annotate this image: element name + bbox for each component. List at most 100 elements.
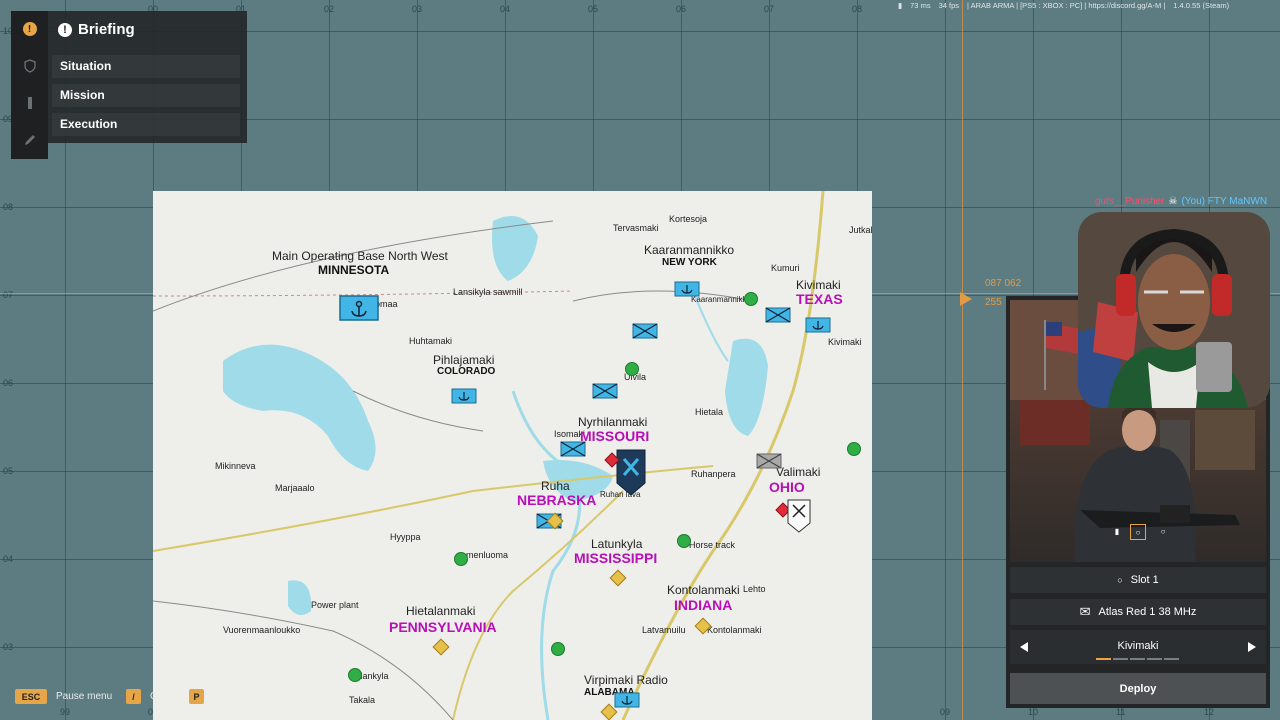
chat-sender: guts__Punisher [1095, 196, 1165, 207]
map-view[interactable]: Main Operating Base North West Lansikyla… [153, 191, 872, 720]
slash-key[interactable]: / [126, 689, 141, 704]
cursor-coordinates: 087 062 [985, 278, 1022, 289]
place-label: Kaaranmannikko [691, 295, 752, 304]
grid-label: 05 [3, 466, 14, 476]
place-label: Ruhanpera [691, 469, 736, 479]
server-name: | ARAB ARMA | [PS5 : XBOX : PC] | https:… [967, 1, 1166, 10]
pause-menu-label[interactable]: Pause menu [56, 691, 112, 702]
sector-label-missouri[interactable]: MISSOURI [580, 428, 649, 444]
p-key[interactable]: P [189, 689, 204, 704]
infantry-unit-icon[interactable] [560, 441, 586, 457]
esc-key[interactable]: ESC [15, 689, 47, 704]
supply-point-icon[interactable] [847, 442, 861, 456]
grid-label: 06 [676, 4, 687, 14]
place-label: Takala [349, 695, 376, 705]
briefing-item-execution[interactable]: Execution [52, 113, 240, 136]
base-anchor-icon[interactable] [614, 692, 640, 708]
place-label: Kivimaki [796, 278, 841, 292]
spawn-page-indicator [1113, 658, 1128, 660]
sector-label-nebraska[interactable]: NEBRASKA [517, 492, 596, 508]
deploy-button[interactable]: Deploy [1010, 673, 1266, 704]
place-label: Lansikyla sawmill [453, 287, 523, 297]
place-label: Hietalanmaki [406, 604, 476, 618]
infantry-unit-icon[interactable] [632, 323, 658, 339]
next-spawn-arrow-icon[interactable] [1248, 642, 1256, 652]
place-label: Hietala [695, 407, 724, 417]
cursor-elevation: 255 [985, 297, 1002, 308]
place-name-bold: NEW YORK [662, 257, 717, 268]
bar-icon[interactable] [11, 85, 48, 121]
briefing-side-strip: ! [11, 11, 48, 159]
grid-label: 03 [3, 642, 14, 652]
slot-label: Slot 1 [1130, 574, 1159, 586]
place-label: Horse track [689, 540, 736, 550]
place-label: Mikinneva [215, 461, 256, 471]
supply-point-icon[interactable] [744, 292, 758, 306]
loadout-indicator-icon[interactable]: ○ [1156, 524, 1170, 538]
place-label: Tervasmaki [613, 223, 659, 233]
streamer-webcam-illustration [1078, 212, 1270, 408]
grid-label: 03 [412, 4, 423, 14]
supply-point-icon[interactable] [677, 534, 691, 548]
place-label: Kontolanmaki [667, 583, 740, 597]
base-anchor-icon[interactable] [451, 388, 477, 404]
supply-point-icon[interactable] [348, 668, 362, 682]
sector-label-mississippi[interactable]: MISSISSIPPI [574, 550, 657, 566]
grid-label: 04 [3, 554, 14, 564]
briefing-title-text: Briefing [78, 21, 135, 38]
envelope-icon: ✉ [1079, 604, 1091, 619]
supply-point-icon[interactable] [551, 642, 565, 656]
grid-label: 08 [3, 202, 14, 212]
slot-row[interactable]: ○ Slot 1 [1010, 567, 1266, 593]
alert-icon[interactable]: ! [11, 11, 48, 47]
infantry-unit-icon[interactable] [592, 383, 618, 399]
briefing-title: ! Briefing [58, 21, 135, 38]
place-name-bold: MINNESOTA [318, 263, 390, 277]
briefing-panel: ! Briefing Situation Mission Execution [48, 11, 247, 143]
briefing-item-situation[interactable]: Situation [52, 55, 240, 78]
contested-unit-icon[interactable] [756, 453, 782, 469]
objective-marker-icon[interactable] [787, 499, 811, 533]
place-label: menluoma [466, 550, 509, 560]
place-label: Ruha [541, 479, 570, 493]
briefing-item-mission[interactable]: Mission [52, 84, 240, 107]
place-label: Lehto [743, 584, 766, 594]
loadout-indicator-icon[interactable]: ▮ [1110, 524, 1124, 538]
mouse-cursor-icon [960, 292, 972, 306]
slot-icon: ○ [1117, 575, 1123, 585]
cursor-crosshair-v [962, 0, 963, 720]
chat-key-label: C [150, 691, 158, 702]
sector-label-texas[interactable]: TEXAS [796, 291, 843, 307]
pencil-icon[interactable] [11, 122, 48, 158]
spawn-page-indicator [1147, 658, 1162, 660]
place-label: Marjaaalo [275, 483, 315, 493]
infantry-unit-icon[interactable] [765, 307, 791, 323]
player-squad-marker-icon[interactable] [616, 449, 646, 497]
version-readout: 1.4.0.55 (Steam) [1173, 1, 1230, 10]
supply-point-icon[interactable] [454, 552, 468, 566]
loadout-indicator-selected-icon[interactable]: ○ [1130, 524, 1146, 540]
shield-icon[interactable] [11, 48, 48, 84]
spawn-point-name: Kivimaki [1117, 640, 1159, 652]
place-label: Kivimaki [828, 337, 862, 347]
base-anchor-icon[interactable] [805, 317, 831, 333]
radio-frequency: Atlas Red 1 38 MHz [1098, 606, 1197, 618]
place-label: Kumuri [771, 263, 800, 273]
alert-icon: ! [58, 22, 72, 37]
grid-label: 10 [1028, 707, 1039, 717]
main-base-anchor-icon[interactable] [339, 295, 379, 321]
signal-icon: ▮ [898, 1, 903, 10]
grid-label: 07 [3, 290, 14, 300]
sector-label-indiana[interactable]: INDIANA [674, 597, 732, 613]
spawn-page-indicator [1130, 658, 1145, 660]
base-anchor-icon[interactable] [674, 281, 700, 297]
grid-label: 09 [940, 707, 951, 717]
sector-label-ohio[interactable]: OHIO [769, 479, 805, 495]
supply-point-icon[interactable] [625, 362, 639, 376]
radio-row[interactable]: ✉ Atlas Red 1 38 MHz [1010, 599, 1266, 625]
enemy-diamond-icon[interactable] [604, 452, 620, 468]
spawn-selector[interactable]: Kivimaki [1010, 630, 1266, 664]
sector-label-pennsylvania[interactable]: PENNSYLVANIA [389, 619, 497, 635]
top-hud: ▮ 73 ms 34 fps | ARAB ARMA | [PS5 : XBOX… [898, 1, 1229, 10]
place-label: Kaaranmannikko [644, 243, 735, 257]
